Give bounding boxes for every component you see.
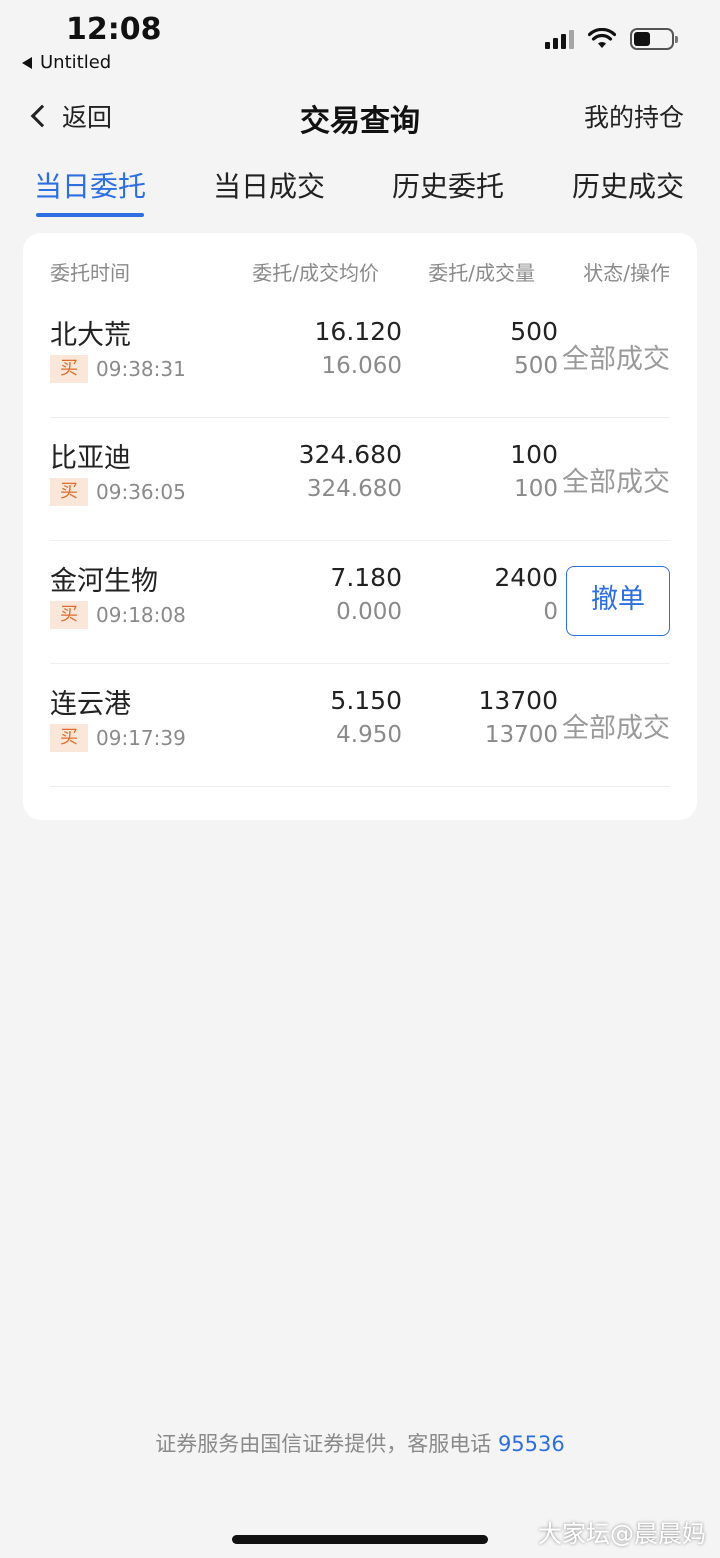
order-price: 324.680 (298, 440, 402, 469)
filled-quantity: 100 (514, 476, 558, 502)
stock-name: 金河生物 (50, 566, 158, 597)
stock-name: 连云港 (50, 689, 131, 720)
buy-badge: 买 (50, 601, 88, 629)
clock: 12:08 (66, 12, 162, 47)
status-icons (545, 28, 678, 50)
order-row[interactable]: 比亚迪 买 09:36:05 324.680 324.680 100 100 全… (50, 418, 670, 541)
order-row[interactable]: 连云港 买 09:17:39 5.150 4.950 13700 13700 全… (50, 664, 670, 787)
order-time: 09:18:08 (96, 603, 186, 627)
order-time: 09:36:05 (96, 480, 186, 504)
cellular-signal-icon (545, 29, 574, 49)
header-status: 状态/操作 (583, 261, 670, 285)
tab-bar: 当日委托 当日成交 历史委托 历史成交 (0, 165, 720, 225)
buy-badge: 买 (50, 724, 88, 752)
order-row[interactable]: 金河生物 买 09:18:08 7.180 0.000 2400 0 撤单 (50, 541, 670, 664)
order-time: 09:17:39 (96, 726, 186, 750)
order-price: 16.120 (314, 317, 402, 346)
filled-quantity: 13700 (484, 722, 558, 748)
navigation-bar: 返回 交易查询 我的持仓 (0, 90, 720, 144)
order-price: 5.150 (330, 686, 402, 715)
status-text: 全部成交 (562, 713, 670, 744)
fill-avg-price: 324.680 (306, 476, 402, 502)
footer-text: 证券服务由国信证券提供，客服电话 (155, 1432, 492, 1456)
home-indicator[interactable] (232, 1535, 488, 1544)
back-app-label: Untitled (40, 52, 112, 73)
buy-badge: 买 (50, 355, 88, 383)
back-triangle-icon (22, 56, 32, 69)
header-order-time: 委托时间 (50, 261, 130, 285)
fill-avg-price: 0.000 (336, 599, 402, 625)
stock-name: 北大荒 (50, 320, 131, 351)
battery-icon (630, 28, 678, 50)
orders-card: 委托时间 委托/成交均价 委托/成交量 状态/操作 北大荒 买 09:38:31… (23, 233, 697, 820)
header-quantity: 委托/成交量 (428, 261, 535, 285)
tab-history-orders[interactable]: 历史委托 (392, 165, 504, 205)
order-quantity: 2400 (494, 563, 558, 592)
buy-badge: 买 (50, 478, 88, 506)
back-to-app-link[interactable]: Untitled (22, 52, 111, 73)
fill-avg-price: 4.950 (336, 722, 402, 748)
status-bar: 12:08 Untitled (0, 0, 720, 80)
active-tab-indicator (36, 213, 144, 217)
filled-quantity: 0 (543, 599, 558, 625)
status-text: 全部成交 (562, 467, 670, 498)
my-positions-link[interactable]: 我的持仓 (584, 98, 684, 134)
wifi-icon (588, 28, 616, 48)
tab-today-trades[interactable]: 当日成交 (213, 165, 325, 205)
order-row[interactable]: 北大荒 买 09:38:31 16.120 16.060 500 500 全部成… (50, 295, 670, 418)
status-text: 全部成交 (562, 344, 670, 375)
order-price: 7.180 (330, 563, 402, 592)
tab-today-orders[interactable]: 当日委托 (34, 165, 146, 205)
order-quantity: 100 (510, 440, 558, 469)
header-price: 委托/成交均价 (252, 261, 379, 285)
filled-quantity: 500 (514, 353, 558, 379)
service-phone-link[interactable]: 95536 (498, 1432, 565, 1456)
fill-avg-price: 16.060 (321, 353, 402, 379)
cancel-order-button[interactable]: 撤单 (566, 566, 670, 636)
order-quantity: 500 (510, 317, 558, 346)
watermark: 大家坛@晨晨妈 (538, 1520, 706, 1548)
footer-note: 证券服务由国信证券提供，客服电话 95536 (0, 1428, 720, 1458)
tab-history-trades[interactable]: 历史成交 (572, 165, 684, 205)
stock-name: 比亚迪 (50, 443, 131, 474)
order-time: 09:38:31 (96, 357, 186, 381)
order-quantity: 13700 (478, 686, 558, 715)
